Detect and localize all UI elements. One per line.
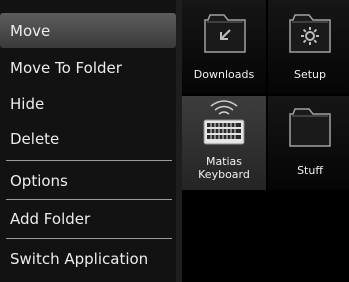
menu-item-switch-application[interactable]: Switch Application	[0, 241, 176, 276]
menu-item-label: Move	[10, 21, 51, 40]
app-tile-stuff[interactable]: Stuff	[268, 96, 349, 190]
menu-separator	[6, 160, 172, 161]
folder-icon	[289, 108, 331, 147]
menu-item-label: Move To Folder	[10, 58, 122, 77]
menu-separator	[6, 238, 172, 239]
home-screen-grid: Downloads Setup Matias Keyboard Stuff	[182, 0, 349, 282]
menu-separator	[6, 199, 172, 200]
tile-label-line-1: Matias	[205, 155, 243, 168]
menu-item-add-folder[interactable]: Add Folder	[0, 201, 176, 236]
setup-folder-icon	[289, 14, 331, 53]
wireless-keyboard-icon	[203, 100, 245, 145]
tile-label: Stuff	[297, 164, 323, 177]
app-tile-matias-keyboard[interactable]: Matias Keyboard	[182, 96, 266, 190]
app-tile-setup[interactable]: Setup	[268, 0, 349, 94]
menu-item-label: Options	[10, 171, 68, 190]
menu-item-move[interactable]: Move	[0, 13, 176, 48]
menu-item-label: Switch Application	[10, 249, 149, 268]
menu-item-move-to-folder[interactable]: Move To Folder	[0, 50, 176, 85]
menu-item-label: Delete	[10, 129, 60, 148]
menu-item-label: Add Folder	[10, 209, 91, 228]
tile-label: Downloads	[193, 68, 255, 81]
menu-item-options[interactable]: Options	[0, 163, 176, 198]
menu-item-delete[interactable]: Delete	[0, 121, 176, 156]
context-menu: Move Move To Folder Hide Delete Options …	[0, 0, 182, 282]
menu-item-label: Hide	[10, 94, 45, 113]
downloads-folder-icon	[204, 14, 246, 53]
menu-item-hide[interactable]: Hide	[0, 86, 176, 121]
app-tile-downloads[interactable]: Downloads	[182, 0, 266, 94]
tile-label: Setup	[293, 68, 327, 81]
tile-label-line-2: Keyboard	[198, 168, 250, 181]
